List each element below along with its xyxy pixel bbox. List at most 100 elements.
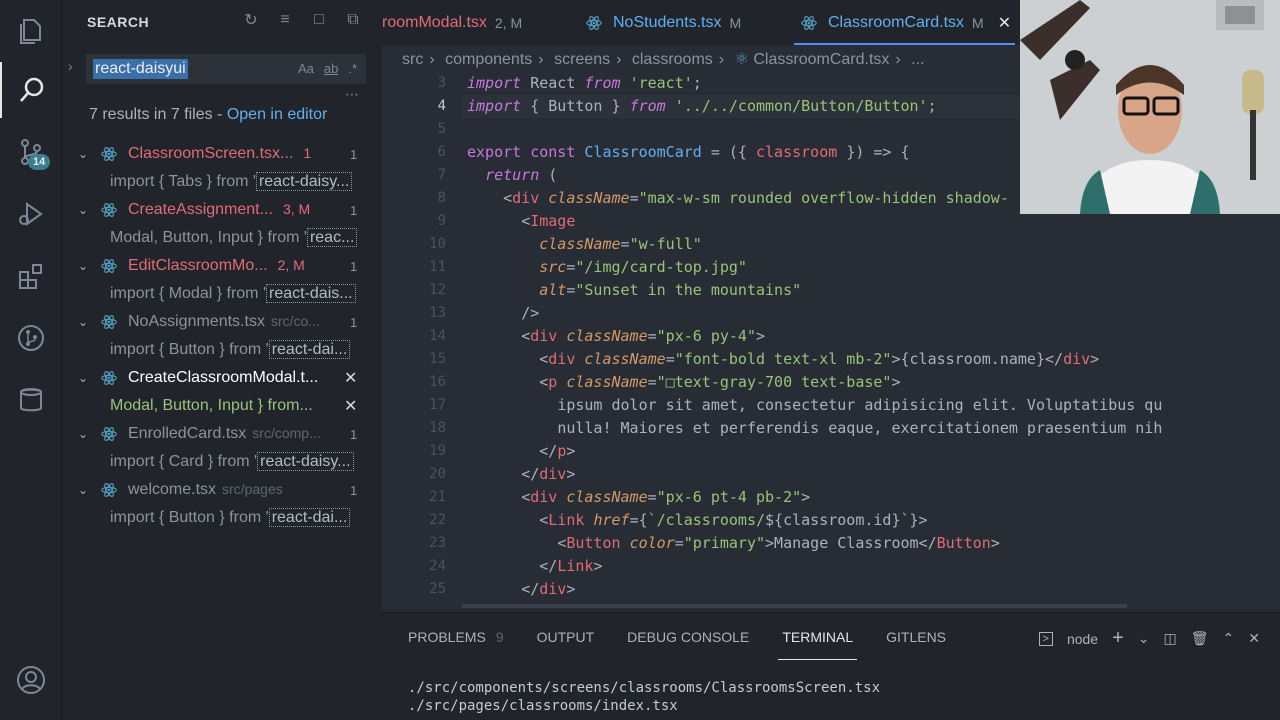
toggle-replace-icon[interactable]: › <box>68 58 73 74</box>
chevron-down-icon[interactable]: ⌄ <box>78 203 88 217</box>
clear-results-icon[interactable]: ≡ <box>276 11 294 29</box>
extensions-button[interactable] <box>0 248 62 304</box>
tab-gitlens[interactable]: GITLENS <box>886 629 946 645</box>
match-prefix: import { Button } from ' <box>110 509 269 526</box>
code-text: <div className="max-w-sm rounded overflo… <box>503 189 1009 207</box>
match-text: import { Card } from ' react-daisy... <box>110 452 354 471</box>
match-case-icon[interactable]: Aa <box>298 61 314 76</box>
result-file-name: EnrolledCard.tsx src/comp... <box>128 425 321 443</box>
search-results-tree: ⌄ ClassroomScreen.tsx... 1 1 import { Tab… <box>62 140 382 532</box>
terminal-output[interactable]: ./src/components/screens/classrooms/Clas… <box>408 679 880 715</box>
split-terminal-icon[interactable]: ◫ <box>1164 630 1177 647</box>
tab-problems[interactable]: PROBLEMS 9 <box>408 629 504 645</box>
regex-icon[interactable]: .* <box>348 61 357 76</box>
result-match[interactable]: import { Tabs } from ' react-daisy... <box>62 168 382 196</box>
line-number: 12 <box>429 282 446 298</box>
collapse-all-icon[interactable]: ⧉ <box>344 11 362 29</box>
new-search-editor-icon[interactable]: □ <box>310 11 328 29</box>
code-line[interactable]: 20 </div> <box>382 463 1280 486</box>
close-tab-icon[interactable]: ✕ <box>998 13 1011 33</box>
horizontal-scrollbar[interactable] <box>462 604 1127 608</box>
breadcrumb-item[interactable]: components <box>445 51 532 68</box>
code-text: <Button color="primary">Manage Classroom… <box>557 534 1000 552</box>
result-match[interactable]: Modal, Button, Input } from ' reac... <box>62 224 382 252</box>
tab-label: PROBLEMS <box>408 629 486 645</box>
code-line[interactable]: 19 </p> <box>382 440 1280 463</box>
code-line[interactable]: 11 src="/img/card-top.jpg" <box>382 256 1280 279</box>
result-file[interactable]: ⌄ welcome.tsx src/pages 1 <box>62 476 382 504</box>
chevron-down-icon[interactable]: ⌄ <box>78 259 88 273</box>
result-match[interactable]: Modal, Button, Input } from... ✕ <box>62 392 382 420</box>
react-file-icon <box>101 371 117 385</box>
tab-label: roomModal.tsx <box>382 13 487 31</box>
result-file[interactable]: ⌄ EditClassroomMo... 2, M 1 <box>62 252 382 280</box>
terminal-name[interactable]: node <box>1067 631 1098 647</box>
dismiss-file-icon[interactable]: ✕ <box>344 368 357 388</box>
code-line[interactable]: 17 ipsum dolor sit amet, consectetur adi… <box>382 394 1280 417</box>
code-line[interactable]: 10 className="w-full" <box>382 233 1280 256</box>
result-match[interactable]: import { Button } from ' react-dai... <box>62 336 382 364</box>
run-debug-icon <box>19 202 43 226</box>
breadcrumb-item[interactable]: classrooms <box>632 51 713 68</box>
line-number: 18 <box>429 420 446 436</box>
run-debug-button[interactable] <box>0 186 62 242</box>
chevron-down-icon[interactable]: ⌄ <box>78 147 88 161</box>
breadcrumb-item[interactable]: screens <box>554 51 610 68</box>
chevron-down-icon[interactable]: ⌄ <box>78 483 88 497</box>
chevron-down-icon[interactable]: ⌄ <box>78 315 88 329</box>
gitlens-button[interactable] <box>0 310 62 366</box>
code-line[interactable]: 16 <p className="□text-gray-700 text-bas… <box>382 371 1280 394</box>
code-line[interactable]: 23 <Button color="primary">Manage Classr… <box>382 532 1280 555</box>
result-file[interactable]: ⌄ CreateAssignment... 3, M 1 <box>62 196 382 224</box>
search-view-button[interactable] <box>0 62 62 118</box>
line-number: 9 <box>437 213 446 229</box>
result-file[interactable]: ⌄ ClassroomScreen.tsx... 1 1 <box>62 140 382 168</box>
code-text: </p> <box>539 442 576 460</box>
tab-no-students[interactable]: NoStudents.tsx M <box>585 0 741 45</box>
close-panel-icon[interactable]: ✕ <box>1248 630 1260 647</box>
tab-create-classroom-modal[interactable]: roomModal.tsx 2, M <box>382 0 522 45</box>
tab-debug-console[interactable]: DEBUG CONSOLE <box>627 629 749 645</box>
code-line[interactable]: 15 <div className="font-bold text-xl mb-… <box>382 348 1280 371</box>
result-file-name: CreateClassroomModal.t... <box>128 369 319 386</box>
breadcrumb-item[interactable]: ClassroomCard.tsx <box>753 51 889 68</box>
result-file[interactable]: ⌄ CreateClassroomModal.t... ✕ <box>62 364 382 392</box>
explorer-button[interactable] <box>0 2 62 58</box>
tab-terminal[interactable]: TERMINAL <box>778 629 857 660</box>
chevron-down-icon[interactable]: ⌄ <box>78 427 88 441</box>
new-terminal-icon[interactable]: + <box>1112 627 1124 650</box>
refresh-icon[interactable]: ↻ <box>242 11 260 29</box>
tab-output[interactable]: OUTPUT <box>537 629 595 645</box>
line-number: 11 <box>429 259 446 275</box>
code-text: import { Button } from '../../common/But… <box>467 97 937 115</box>
database-button[interactable] <box>0 372 62 428</box>
code-line[interactable]: 13 /> <box>382 302 1280 325</box>
result-file[interactable]: ⌄ NoAssignments.tsx src/co... 1 <box>62 308 382 336</box>
code-line[interactable]: 22 <Link href={`/classrooms/${classroom.… <box>382 509 1280 532</box>
code-line[interactable]: 24 </Link> <box>382 555 1280 578</box>
search-input[interactable]: react-daisyui Aa ab .* <box>86 54 366 84</box>
result-match[interactable]: import { Modal } from ' react-dais... <box>62 280 382 308</box>
breadcrumb-item[interactable]: ... <box>911 51 924 68</box>
account-button[interactable] <box>0 652 62 708</box>
result-match[interactable]: import { Card } from ' react-daisy... <box>62 448 382 476</box>
code-line[interactable]: 21 <div className="px-6 pt-4 pb-2"> <box>382 486 1280 509</box>
breadcrumb-item[interactable]: src <box>402 51 423 68</box>
open-in-editor-link[interactable]: Open in editor <box>227 106 328 123</box>
chevron-down-icon[interactable]: ⌄ <box>78 371 88 385</box>
dismiss-match-icon[interactable]: ✕ <box>344 396 357 416</box>
trash-icon[interactable]: 🗑 <box>1191 630 1209 647</box>
code-line[interactable]: 25 </div> <box>382 578 1280 601</box>
result-file[interactable]: ⌄ EnrolledCard.tsx src/comp... 1 <box>62 420 382 448</box>
more-options-icon[interactable]: ⋯ <box>345 86 360 103</box>
code-line[interactable]: 18 nulla! Maiores et perferendis eaque, … <box>382 417 1280 440</box>
result-match[interactable]: import { Button } from ' react-dai... <box>62 504 382 532</box>
match-whole-word-icon[interactable]: ab <box>324 61 338 76</box>
maximize-panel-icon[interactable]: ⌃ <box>1223 630 1235 647</box>
code-line[interactable]: 12 alt="Sunset in the mountains" <box>382 279 1280 302</box>
tab-classroom-card[interactable]: ClassroomCard.tsx M ✕ <box>793 0 1016 45</box>
chevron-down-icon[interactable]: ⌄ <box>1138 630 1150 647</box>
file-name-text: CreateAssignment... <box>128 201 273 218</box>
code-line[interactable]: 14 <div className="px-6 py-4"> <box>382 325 1280 348</box>
source-control-button[interactable]: 14 <box>0 124 62 180</box>
